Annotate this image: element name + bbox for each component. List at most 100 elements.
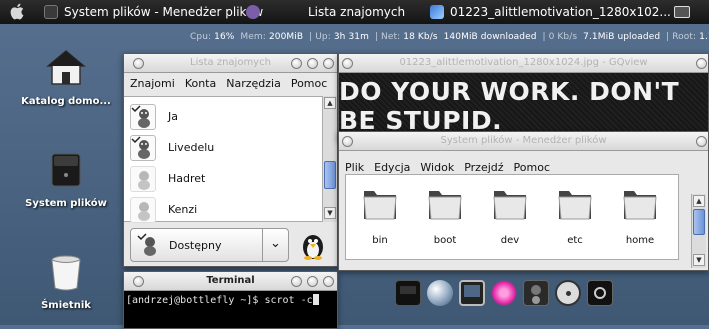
- minimize-button[interactable]: [696, 136, 707, 147]
- root-label: | Root:: [666, 32, 697, 42]
- mem-value: 200MiB: [268, 32, 304, 42]
- buddy-avatar-icon: [130, 134, 156, 161]
- folder-label: bin: [372, 235, 388, 246]
- menu-narzedzia[interactable]: Narzędzia: [226, 77, 281, 90]
- folder-item[interactable]: bin: [350, 183, 410, 246]
- window-menu-button[interactable]: [133, 276, 144, 287]
- gqview-titlebar[interactable]: 01223_alittlemotivation_1280x1024.jpg - …: [339, 54, 708, 73]
- buddy-avatar-icon: [130, 103, 156, 130]
- close-button[interactable]: [323, 58, 334, 69]
- filemanager-title: System plików - Menedżer plików: [440, 135, 607, 146]
- contacts-window: Lista znajomych Znajomi Konta Narzędzia …: [123, 53, 338, 267]
- folder-item[interactable]: dev: [480, 183, 540, 246]
- filemanager-titlebar[interactable]: System plików - Menedżer plików: [339, 132, 708, 151]
- task-gqview-label: 01223_alittlemotivation_1280x102...: [450, 5, 671, 19]
- film-reel-icon[interactable]: [555, 280, 581, 306]
- scroll-up-icon[interactable]: ▲: [693, 195, 705, 207]
- folder-item[interactable]: home: [610, 183, 670, 246]
- monitor-icon[interactable]: [459, 280, 485, 306]
- scroll-down-icon[interactable]: ▼: [693, 254, 705, 266]
- menu-plik[interactable]: Plik: [345, 161, 364, 174]
- contacts-scrollbar[interactable]: ▲ ▼: [322, 96, 337, 222]
- filemanager-scrollbar[interactable]: ▲ ▼: [691, 194, 706, 268]
- text-cursor: [312, 294, 319, 305]
- maximize-button[interactable]: [307, 276, 318, 287]
- folder-icon: [360, 183, 400, 223]
- folder-label: home: [625, 235, 655, 246]
- trash-icon: [46, 252, 86, 292]
- scroll-thumb[interactable]: [693, 209, 705, 235]
- desktop-icon-trash[interactable]: Śmietnik: [6, 252, 126, 311]
- desktop-icon-filesystem-label: System plików: [25, 198, 107, 209]
- maximize-button[interactable]: [307, 58, 318, 69]
- contact-name: Hadret: [168, 172, 206, 185]
- window-menu-button[interactable]: [342, 58, 353, 69]
- terminal-icon[interactable]: [395, 280, 421, 306]
- scroll-thumb[interactable]: [324, 161, 336, 189]
- task-filemanager[interactable]: System plików - Menedżer plików: [44, 0, 263, 24]
- contact-name: Ja: [168, 110, 178, 123]
- task-switcher-button[interactable]: [674, 0, 690, 24]
- banner-text: DO YOUR WORK. DON'T BE STUPID.: [339, 77, 680, 135]
- file-manager-icon: [44, 5, 58, 19]
- minimize-button[interactable]: [291, 58, 302, 69]
- desktop-icon-home[interactable]: Katalog domo...: [6, 48, 126, 107]
- status-dropdown[interactable]: Dostępny ⌄: [130, 228, 289, 262]
- task-contacts[interactable]: Lista znajomych: [246, 0, 405, 24]
- contact-item[interactable]: Ja: [124, 101, 304, 132]
- menu-edycja[interactable]: Edycja: [374, 161, 410, 174]
- minimize-button[interactable]: [696, 58, 707, 69]
- contacts-list: Ja Livedelu Hadret Kenzi: [124, 96, 323, 225]
- pidgin-penguin-icon[interactable]: [298, 230, 328, 260]
- menu-znajomi[interactable]: Znajomi: [130, 77, 175, 90]
- window-menu-button[interactable]: [342, 136, 353, 147]
- speaker-icon[interactable]: [523, 280, 549, 306]
- menu-pomoc[interactable]: Pomoc: [514, 161, 550, 174]
- contact-name: Kenzi: [168, 203, 198, 216]
- minimize-button[interactable]: [291, 276, 302, 287]
- scroll-down-icon[interactable]: ▼: [324, 207, 336, 219]
- folder-item[interactable]: etc: [545, 183, 605, 246]
- task-gqview[interactable]: 01223_alittlemotivation_1280x102...: [430, 0, 671, 24]
- flower-icon[interactable]: [491, 280, 517, 306]
- folder-icon: [555, 183, 595, 223]
- gqview-title: 01223_alittlemotivation_1280x1024.jpg - …: [399, 57, 648, 68]
- desktop-icon-trash-label: Śmietnik: [41, 300, 91, 311]
- contact-item[interactable]: Livedelu: [124, 132, 304, 163]
- uploaded-value: 7.1MiB uploaded: [583, 32, 661, 42]
- contact-item[interactable]: Kenzi: [124, 194, 304, 225]
- pidgin-icon: [246, 5, 260, 19]
- hard-drive-icon: [46, 150, 86, 190]
- globe-icon[interactable]: [427, 280, 453, 306]
- folder-icon: [490, 183, 530, 223]
- buddy-avatar-offline-icon: [130, 165, 156, 192]
- menu-przejdz[interactable]: Przejdź: [464, 161, 503, 174]
- chevron-down-icon[interactable]: ⌄: [262, 229, 288, 261]
- contacts-titlebar[interactable]: Lista znajomych: [124, 54, 337, 73]
- scroll-up-icon[interactable]: ▲: [324, 97, 336, 109]
- camera-icon[interactable]: [587, 280, 613, 306]
- window-menu-button[interactable]: [133, 58, 144, 69]
- terminal-titlebar[interactable]: Terminal: [124, 272, 337, 291]
- folder-label: etc: [567, 235, 583, 246]
- desktop-icon-filesystem[interactable]: System plików: [6, 150, 126, 209]
- home-folder-icon: [45, 48, 87, 88]
- motivation-image: DO YOUR WORK. DON'T BE STUPID.: [339, 73, 708, 139]
- folder-label: boot: [433, 235, 457, 246]
- filemanager-window: System plików - Menedżer plików Plik Edy…: [338, 131, 709, 271]
- menu-konta[interactable]: Konta: [185, 77, 216, 90]
- contacts-title: Lista znajomych: [190, 57, 271, 68]
- terminal-window: Terminal [andrzej@bottlefly ~]$ scrot -c: [123, 271, 338, 329]
- menu-pomoc[interactable]: Pomoc: [291, 77, 327, 90]
- contact-name: Livedelu: [168, 141, 215, 154]
- folder-item[interactable]: boot: [415, 183, 475, 246]
- root-value: 1.16: [699, 32, 709, 42]
- close-button[interactable]: [323, 276, 334, 287]
- status-value: Dostępny: [169, 238, 222, 252]
- apple-menu-icon[interactable]: [10, 3, 24, 20]
- contact-item[interactable]: Hadret: [124, 163, 304, 194]
- terminal-body[interactable]: [andrzej@bottlefly ~]$ scrot -c: [124, 291, 337, 328]
- taskbar: System plików - Menedżer plików Lista zn…: [0, 0, 709, 24]
- task-contacts-label: Lista znajomych: [308, 5, 406, 19]
- menu-widok[interactable]: Widok: [420, 161, 454, 174]
